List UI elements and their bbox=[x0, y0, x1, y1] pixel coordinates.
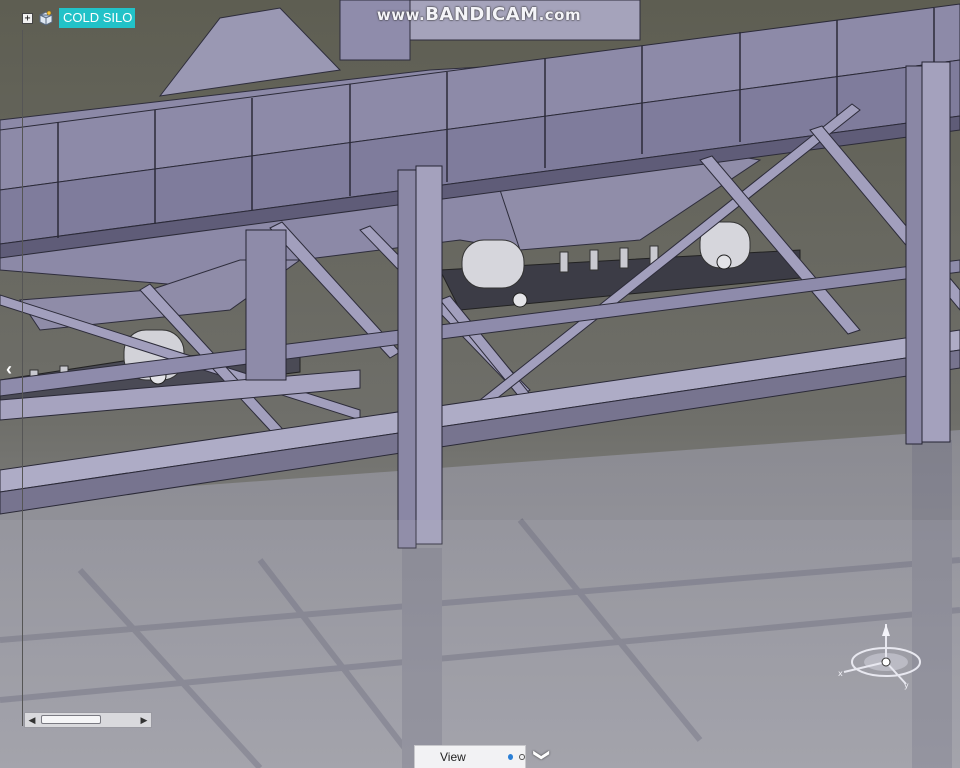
tree-rail bbox=[22, 30, 23, 726]
page-dot-inactive[interactable] bbox=[519, 754, 525, 760]
scroll-left-icon[interactable]: ◀ bbox=[25, 713, 39, 727]
tree-expand-button[interactable]: + bbox=[22, 12, 33, 24]
scroll-right-icon[interactable]: ▶ bbox=[137, 713, 151, 727]
view-tab-label[interactable]: View bbox=[415, 750, 502, 764]
page-dot-active[interactable] bbox=[508, 754, 514, 760]
view-toolbar[interactable]: View bbox=[414, 745, 526, 768]
scroll-track[interactable] bbox=[39, 714, 137, 726]
tree-node-label[interactable]: COLD SILO c bbox=[59, 8, 135, 28]
watermark-brand: BANDICAM bbox=[425, 4, 539, 25]
svg-text:x: x bbox=[838, 669, 843, 678]
chevron-down-icon[interactable]: ❯ bbox=[531, 744, 551, 766]
watermark-prefix: www. bbox=[376, 6, 426, 24]
bandicam-watermark: www.BANDICAM.com bbox=[372, 4, 586, 26]
product-icon bbox=[39, 10, 53, 26]
svg-text:y: y bbox=[904, 681, 909, 690]
spec-tree-root[interactable]: + COLD SILO c bbox=[22, 6, 135, 30]
cad-scene[interactable] bbox=[0, 0, 960, 768]
watermark-suffix: .com bbox=[538, 6, 582, 24]
collapse-left-icon[interactable]: ‹ bbox=[2, 358, 16, 380]
compass-icon[interactable]: x y bbox=[836, 616, 932, 692]
3d-viewport[interactable] bbox=[0, 0, 960, 768]
scroll-thumb[interactable] bbox=[41, 715, 101, 724]
tree-horizontal-scrollbar[interactable]: ◀ ▶ bbox=[24, 712, 152, 728]
